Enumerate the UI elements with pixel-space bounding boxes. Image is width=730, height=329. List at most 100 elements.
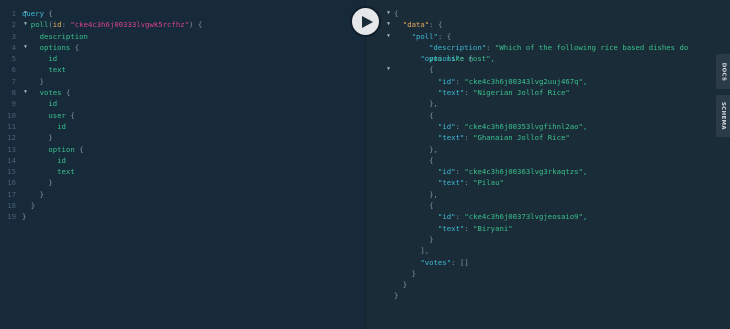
code-line: } — [22, 211, 202, 222]
colon: : — [464, 223, 469, 233]
json-line: "votes": [] — [394, 257, 689, 268]
result-viewer[interactable]: ▼ ▼ ▼ ▼ { "data": { "poll": { "descripti… — [365, 0, 730, 329]
argument-name: id — [52, 20, 62, 30]
option-id-value: "cke4c3h6j00373lvgjeosaio9", — [464, 212, 588, 222]
line-number: 6 — [11, 65, 16, 75]
brace: { — [429, 201, 434, 211]
option-id-value: "cke4c3h6j00363lvg3rkaqtzs", — [464, 167, 588, 177]
json-line: } — [394, 268, 689, 279]
brace: } — [411, 268, 416, 278]
code-line: description — [22, 31, 202, 42]
line-number: 8 ▼ — [11, 88, 27, 98]
colon: : — [486, 42, 491, 52]
json-key-text: "text" — [437, 133, 465, 143]
brace: { — [65, 88, 71, 98]
json-line: { — [394, 155, 689, 166]
json-key-id: "id" — [437, 212, 456, 222]
field-name: options — [39, 42, 71, 52]
field-name: text — [48, 65, 66, 75]
line-number: 7 — [11, 76, 16, 86]
json-line: "description": "Which of the following r… — [394, 42, 689, 63]
schema-tab[interactable]: SCHEMA — [716, 95, 730, 137]
code-line: id — [22, 121, 202, 132]
field-name: id — [57, 121, 66, 131]
field-name: id — [48, 99, 58, 109]
query-line-gutter: 1 ▼ 2 ▼ 3 4 ▼ 5 6 7 8 ▼ 9 10 11 12 13 14 15 … — [0, 8, 27, 223]
brace: { — [429, 155, 434, 165]
json-line: } — [394, 279, 689, 290]
field-name: option — [48, 144, 75, 154]
json-line: "text": "Biryani" — [394, 223, 689, 234]
colon: : — [464, 88, 469, 98]
code-line: query { — [22, 8, 202, 19]
brace: } — [429, 234, 434, 244]
line-number: 16 — [7, 178, 16, 188]
code-line: option { — [22, 144, 202, 155]
brace: } — [48, 133, 53, 143]
json-key-text: "text" — [437, 178, 465, 188]
brace: } — [402, 280, 408, 290]
code-line: } — [22, 177, 202, 188]
code-line: id — [22, 53, 202, 64]
line-number: 19 — [7, 212, 16, 222]
code-line: text — [22, 64, 202, 75]
json-key-data: "data" — [402, 20, 430, 30]
json-line: "options": [ — [394, 53, 689, 64]
json-key-text: "text" — [437, 88, 465, 98]
code-line: } — [22, 132, 202, 143]
schema-tab-label: SCHEMA — [720, 102, 726, 130]
option-text-value: "Nigerian Jollof Rice" — [473, 88, 570, 98]
field-name: poll — [30, 20, 49, 30]
json-line: } — [394, 234, 689, 245]
brace: { — [70, 110, 75, 120]
field-name: id — [48, 54, 58, 64]
line-number: 4 ▼ — [11, 42, 27, 52]
brace: } — [22, 212, 27, 222]
json-line: "id": "cke4c3h6j00353lvgfihnl2ao", — [394, 121, 689, 132]
brace: }, — [429, 189, 438, 199]
colon: : — [455, 121, 460, 131]
brace: { — [48, 9, 53, 18]
field-name: text — [57, 167, 75, 177]
json-key-text: "text" — [437, 223, 465, 233]
query-editor[interactable]: 1 ▼ 2 ▼ 3 4 ▼ 5 6 7 8 ▼ 9 10 11 12 13 14 15 … — [0, 0, 365, 329]
brace: { — [74, 42, 80, 52]
query-code[interactable]: query { poll(id: "cke4c3h6j00333lvgwk5rc… — [22, 8, 202, 223]
json-line: }, — [394, 144, 689, 155]
code-line: } — [22, 200, 202, 211]
bracket: ], — [420, 246, 430, 256]
play-icon — [361, 15, 373, 28]
docs-tab[interactable]: DOCS — [716, 54, 730, 89]
code-line: id — [22, 155, 202, 166]
line-number: 13 — [7, 144, 16, 154]
json-line: "id": "cke4c3h6j00373lvgjeosaio9", — [394, 211, 689, 222]
code-line: user { — [22, 110, 202, 121]
json-line: "poll": { — [394, 31, 689, 42]
brace: { — [197, 20, 203, 30]
argument-value: "cke4c3h6j00333lvgwk5rcfhz" — [70, 20, 190, 30]
json-line: { — [394, 64, 689, 75]
code-line: } — [22, 189, 202, 200]
json-line: }, — [394, 98, 689, 109]
option-text-value: "Ghanaian Jollof Rice" — [473, 133, 570, 143]
field-name: id — [57, 155, 66, 165]
brace: } — [394, 291, 399, 301]
line-number: 2 ▼ — [11, 20, 27, 30]
brace: }, — [429, 99, 438, 109]
docs-tab-label: DOCS — [720, 62, 727, 81]
line-number: 18 — [7, 201, 16, 211]
code-line: votes { — [22, 87, 202, 98]
option-id-value: "cke4c3h6j00343lvg2uuj467q", — [464, 76, 588, 86]
line-number: 9 — [11, 99, 16, 109]
json-key-poll: "poll" — [411, 31, 438, 41]
field-name: user — [48, 110, 66, 120]
json-key-id: "id" — [437, 76, 456, 86]
json-line: "id": "cke4c3h6j00343lvg2uuj467q", — [394, 76, 689, 87]
field-name: description — [39, 31, 88, 41]
json-line: ], — [394, 245, 689, 256]
json-line: "text": "Pilau" — [394, 177, 689, 188]
json-key-id: "id" — [437, 121, 456, 131]
brace: } — [39, 76, 44, 86]
execute-query-button[interactable] — [350, 6, 381, 37]
json-key-votes: "votes" — [420, 257, 452, 267]
